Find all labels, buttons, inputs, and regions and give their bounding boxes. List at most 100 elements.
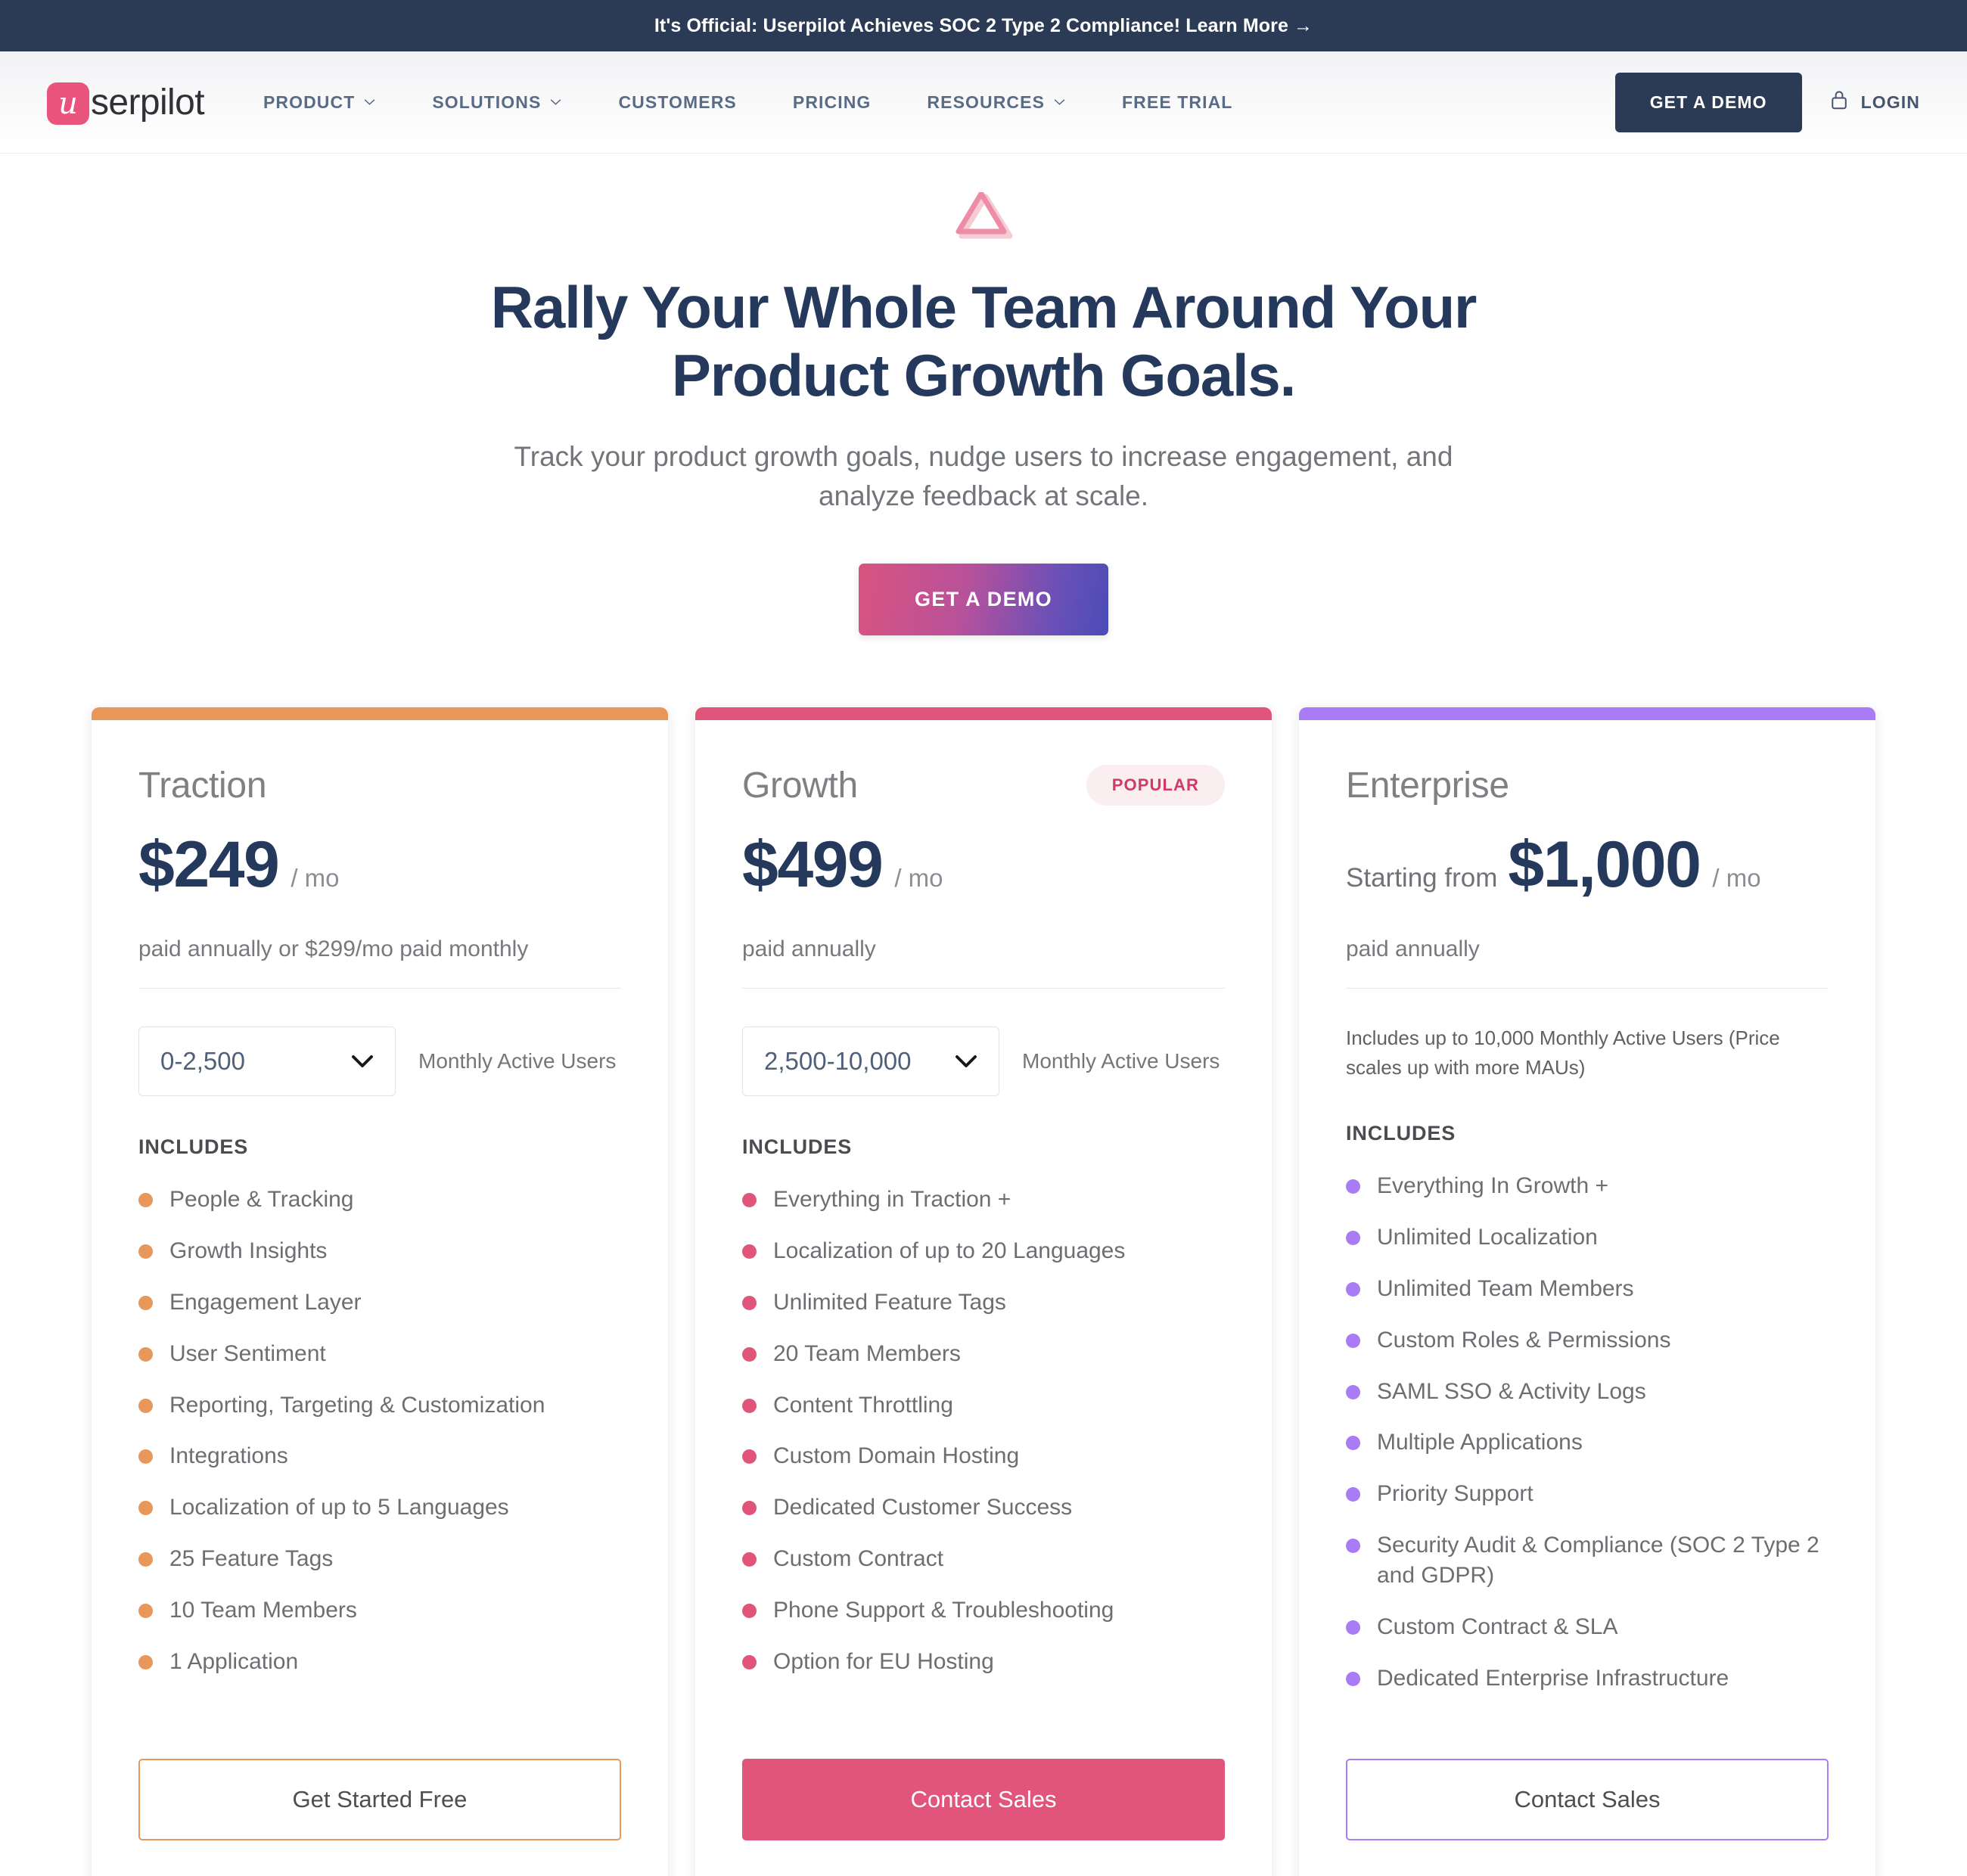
bullet-icon	[1346, 1671, 1360, 1686]
plan-cta-button[interactable]: Get Started Free	[138, 1759, 621, 1840]
page-title: Rally Your Whole Team Around Your Produc…	[0, 273, 1967, 410]
login-link[interactable]: LOGIN	[1829, 89, 1920, 116]
feature-list: People & Tracking Growth Insights Engage…	[138, 1185, 621, 1698]
feature-label: 20 Team Members	[773, 1340, 961, 1366]
list-item: SAML SSO & Activity Logs	[1346, 1377, 1829, 1407]
bullet-icon	[138, 1398, 153, 1413]
nav-item-resources-label: RESOURCES	[927, 92, 1046, 112]
feature-label: Everything In Growth +	[1377, 1173, 1608, 1198]
price-row: Starting from $1,000 / mo	[1346, 832, 1829, 902]
feature-list: Everything in Traction + Localization of…	[742, 1185, 1225, 1698]
bullet-icon	[742, 1398, 757, 1413]
hero-subtitle: Track your product growth goals, nudge u…	[0, 437, 1967, 517]
plan-price: $1,000	[1508, 828, 1701, 901]
feature-label: Growth Insights	[169, 1238, 328, 1263]
bullet-icon	[742, 1501, 757, 1516]
feature-label: Security Audit & Compliance (SOC 2 Type …	[1377, 1533, 1819, 1589]
plan-price: $499	[742, 828, 884, 901]
pricing-cards: Traction $249 / mo paid annually or $299…	[0, 707, 1967, 1876]
nav-item-customers[interactable]: CUSTOMERS	[618, 92, 736, 113]
feature-label: Content Throttling	[773, 1392, 953, 1418]
mau-select-value: 0-2,500	[160, 1047, 245, 1075]
header-get-a-demo-button[interactable]: GET A DEMO	[1614, 72, 1802, 132]
plan-name: Traction	[138, 765, 267, 806]
feature-label: Reporting, Targeting & Customization	[169, 1392, 545, 1418]
feature-label: Custom Contract	[773, 1546, 944, 1572]
nav-item-free-trial[interactable]: FREE TRIAL	[1122, 92, 1232, 113]
bullet-icon	[138, 1501, 153, 1516]
chevron-down-icon	[955, 1054, 977, 1069]
list-item: Dedicated Enterprise Infrastructure	[1346, 1663, 1829, 1694]
feature-label: Localization of up to 5 Languages	[169, 1495, 509, 1520]
site-header: u serpilot PRODUCT SOLUTIONS CUSTOMERS P…	[0, 51, 1967, 154]
card-header: Growth POPULAR	[742, 764, 1225, 806]
bullet-icon	[742, 1449, 757, 1464]
bullet-icon	[138, 1295, 153, 1310]
logo-mark-icon: u	[47, 82, 89, 125]
nav-item-product-label: PRODUCT	[263, 92, 356, 112]
login-label: LOGIN	[1860, 92, 1920, 112]
bullet-icon	[742, 1193, 757, 1207]
mau-selector-row: 0-2,500 Monthly Active Users	[138, 1027, 621, 1096]
includes-label: INCLUDES	[742, 1135, 853, 1158]
mau-select[interactable]: 2,500-10,000	[742, 1027, 999, 1096]
feature-label: Dedicated Enterprise Infrastructure	[1377, 1665, 1729, 1691]
feature-label: 10 Team Members	[169, 1598, 357, 1623]
bullet-icon	[1346, 1384, 1360, 1399]
chevron-down-icon	[549, 95, 562, 108]
pricing-card-enterprise: Enterprise Starting from $1,000 / mo pai…	[1299, 707, 1875, 1876]
list-item: Multiple Applications	[1346, 1427, 1829, 1458]
logo-wordmark: serpilot	[91, 82, 205, 123]
lock-icon	[1829, 89, 1849, 116]
mau-select[interactable]: 0-2,500	[138, 1027, 396, 1096]
list-item: Custom Contract & SLA	[1346, 1612, 1829, 1642]
card-header: Enterprise	[1346, 764, 1829, 806]
plan-price-unit: / mo	[894, 864, 943, 892]
bullet-icon	[1346, 1436, 1360, 1451]
nav-item-resources[interactable]: RESOURCES	[927, 92, 1066, 113]
feature-label: User Sentiment	[169, 1340, 326, 1366]
feature-label: 25 Feature Tags	[169, 1546, 334, 1572]
announcement-bar[interactable]: It's Official: Userpilot Achieves SOC 2 …	[0, 0, 1967, 51]
list-item: Dedicated Customer Success	[742, 1492, 1225, 1523]
list-item: Option for EU Hosting	[742, 1647, 1225, 1677]
feature-label: Custom Domain Hosting	[773, 1443, 1020, 1469]
price-row: $249 / mo	[138, 832, 621, 902]
card-accent-bar	[695, 707, 1272, 720]
feature-label: SAML SSO & Activity Logs	[1377, 1378, 1646, 1404]
mau-label: Monthly Active Users	[418, 1049, 617, 1073]
nav-item-pricing[interactable]: PRICING	[793, 92, 872, 113]
includes-label: INCLUDES	[138, 1135, 249, 1158]
bullet-icon	[138, 1604, 153, 1619]
triangle-logo-icon	[0, 190, 1967, 244]
feature-list: Everything In Growth + Unlimited Localiz…	[1346, 1171, 1829, 1715]
plan-price-unit: / mo	[1712, 864, 1761, 892]
nav-item-solutions[interactable]: SOLUTIONS	[432, 92, 562, 113]
pricing-card-growth: Growth POPULAR $499 / mo paid annually 2…	[695, 707, 1272, 1876]
chevron-down-icon	[1053, 95, 1066, 108]
feature-label: Custom Roles & Permissions	[1377, 1327, 1671, 1353]
feature-label: Option for EU Hosting	[773, 1649, 994, 1675]
hero-title-line2: Product Growth Goals.	[671, 342, 1296, 409]
list-item: Security Audit & Compliance (SOC 2 Type …	[1346, 1530, 1829, 1591]
mau-selector-row: 2,500-10,000 Monthly Active Users	[742, 1027, 1225, 1096]
feature-label: People & Tracking	[169, 1187, 354, 1212]
plan-cta-button[interactable]: Contact Sales	[1346, 1759, 1829, 1840]
price-row: $499 / mo	[742, 832, 1225, 902]
bullet-icon	[1346, 1230, 1360, 1245]
bullet-icon	[1346, 1539, 1360, 1554]
list-item: Custom Contract	[742, 1544, 1225, 1574]
nav-item-product[interactable]: PRODUCT	[263, 92, 376, 113]
list-item: Unlimited Feature Tags	[742, 1287, 1225, 1318]
card-footer: Get Started Free	[92, 1759, 668, 1876]
userpilot-logo[interactable]: u serpilot	[47, 76, 205, 129]
plan-cta-button[interactable]: Contact Sales	[742, 1759, 1225, 1840]
list-item: Everything In Growth +	[1346, 1171, 1829, 1201]
hero-get-a-demo-button[interactable]: GET A DEMO	[858, 564, 1108, 635]
pricing-card-traction: Traction $249 / mo paid annually or $299…	[92, 707, 668, 1876]
card-footer: Contact Sales	[1299, 1759, 1875, 1876]
feature-label: Multiple Applications	[1377, 1430, 1583, 1455]
bullet-icon	[742, 1655, 757, 1670]
plan-price-prefix: Starting from	[1346, 863, 1498, 893]
list-item: Growth Insights	[138, 1236, 621, 1266]
